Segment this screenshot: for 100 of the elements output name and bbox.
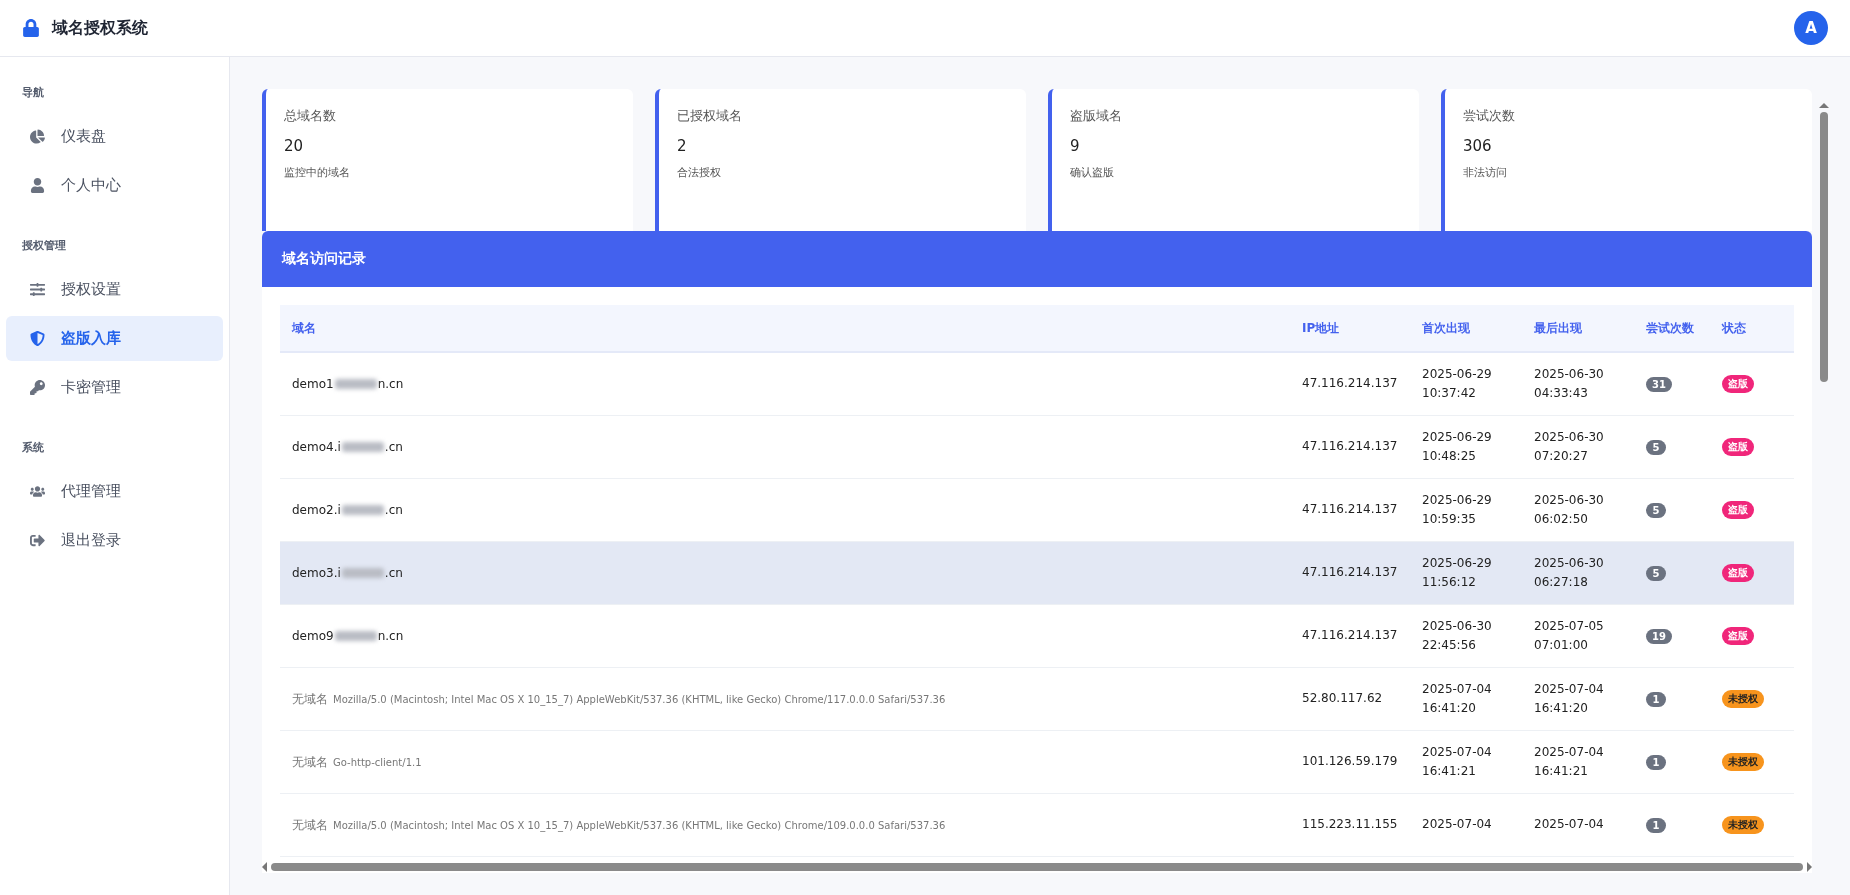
redacted-text — [334, 379, 377, 389]
stat-title: 总域名数 — [284, 107, 337, 125]
sidebar-item[interactable]: 卡密管理 — [6, 365, 223, 410]
column-header: 状态 — [1722, 319, 1747, 337]
table-cell-text: 2025-07-04 16:41:21 — [1534, 743, 1605, 780]
table-cell-text: 2025-07-04 16:41:21 — [1422, 743, 1493, 780]
table-cell-text: 2025-06-29 10:48:25 — [1422, 428, 1493, 465]
domain-text: n.cn — [377, 629, 404, 643]
redacted-text — [341, 568, 384, 578]
sidebar-item[interactable]: 仪表盘 — [6, 114, 223, 159]
status-badge: 盗版 — [1722, 501, 1754, 519]
users-icon — [30, 484, 45, 499]
key-icon — [30, 380, 45, 395]
stat-caption: 合法授权 — [677, 165, 722, 180]
user-agent-text: Mozilla/5.0 (Macintosh; Intel Mac OS X 10_15_7) AppleWebKit/537.36 (KHTML, like Gecko) Chrome/109.0.0.0 Safari/537.36 — [333, 819, 946, 831]
table-cell-text: 115.223.11.155 — [1302, 816, 1399, 834]
domain-text: .cn — [384, 503, 403, 517]
table-cell-text: 47.116.214.137 — [1302, 627, 1399, 645]
table-cell-text: 47.116.214.137 — [1302, 438, 1399, 456]
domain-text: demo9 — [292, 629, 334, 643]
sidebar-section-title: 导航 — [21, 85, 45, 100]
status-badge: 盗版 — [1722, 564, 1754, 582]
count-badge: 31 — [1646, 376, 1672, 392]
table-cell-text: 2025-07-04 — [1534, 816, 1605, 834]
stat-title: 已授权域名 — [677, 107, 743, 125]
column-header: 域名 — [292, 319, 317, 337]
count-badge: 1 — [1646, 691, 1666, 707]
table-cell-text: 2025-06-29 10:37:42 — [1422, 365, 1493, 402]
table-cell-text: 2025-06-30 22:45:56 — [1422, 617, 1493, 654]
table-cell-text: 47.116.214.137 — [1302, 375, 1399, 393]
panel-title: 域名访问记录 — [282, 250, 366, 268]
table-cell-text: 52.80.117.62 — [1302, 690, 1384, 708]
column-header: 最后出现 — [1534, 319, 1583, 337]
shield-icon — [30, 331, 45, 346]
no-domain-label: 无域名 — [292, 690, 328, 708]
table-cell-text: 47.116.214.137 — [1302, 564, 1399, 582]
domain-text: demo2.i — [292, 503, 341, 517]
scroll-right-icon[interactable] — [1807, 862, 1812, 872]
sidebar-item[interactable]: 代理管理 — [6, 469, 223, 514]
count-badge: 19 — [1646, 628, 1672, 644]
pie-chart-icon — [30, 129, 45, 144]
stat-value: 2 — [677, 137, 688, 155]
stat-value: 9 — [1070, 137, 1081, 155]
table-cell-text: 101.126.59.179 — [1302, 753, 1399, 771]
table-cell-text: 47.116.214.137 — [1302, 501, 1399, 519]
redacted-text — [334, 631, 377, 641]
redacted-text — [341, 442, 384, 452]
stat-title: 盗版域名 — [1070, 107, 1123, 125]
lock-icon — [22, 19, 40, 37]
count-badge: 5 — [1646, 502, 1666, 518]
domain-text: demo4.i — [292, 440, 341, 454]
stat-value: 20 — [284, 137, 305, 155]
redacted-text — [341, 505, 384, 515]
count-badge: 5 — [1646, 565, 1666, 581]
domain-text: demo1 — [292, 377, 334, 391]
status-badge: 盗版 — [1722, 375, 1754, 393]
sidebar-item[interactable]: 盗版入库 — [6, 316, 223, 361]
sidebar-item[interactable]: 退出登录 — [6, 518, 223, 563]
no-domain-label: 无域名 — [292, 816, 328, 834]
no-domain-label: 无域名 — [292, 753, 328, 771]
sliders-icon — [30, 282, 45, 297]
sidebar-section-title: 系统 — [21, 440, 45, 455]
column-header: IP地址 — [1302, 319, 1341, 337]
count-badge: 1 — [1646, 817, 1666, 833]
count-badge: 5 — [1646, 439, 1666, 455]
user-agent-text: Go-http-client/1.1 — [333, 756, 422, 768]
scroll-left-icon[interactable] — [262, 862, 267, 872]
user-avatar[interactable]: A — [1794, 11, 1828, 45]
stat-caption: 监控中的域名 — [284, 165, 351, 180]
sidebar-item[interactable]: 授权设置 — [6, 267, 223, 312]
status-badge: 未授权 — [1722, 690, 1764, 708]
table-cell-text: 2025-07-05 07:01:00 — [1534, 617, 1605, 654]
stat-value: 306 — [1463, 137, 1493, 155]
sidebar-item[interactable]: 个人中心 — [6, 163, 223, 208]
domain-text: n.cn — [377, 377, 404, 391]
table-cell-text: 2025-06-30 04:33:43 — [1534, 365, 1605, 402]
column-header: 首次出现 — [1422, 319, 1471, 337]
user-agent-text: Mozilla/5.0 (Macintosh; Intel Mac OS X 10_15_7) AppleWebKit/537.36 (KHTML, like Gecko) Chrome/117.0.0.0 Safari/537.36 — [333, 693, 946, 705]
user-icon — [30, 178, 45, 193]
stat-title: 尝试次数 — [1463, 107, 1516, 125]
horizontal-scrollbar[interactable] — [271, 863, 1803, 871]
stat-caption: 非法访问 — [1463, 165, 1508, 180]
stat-caption: 确认盗版 — [1070, 165, 1115, 180]
app-title: 域名授权系统 — [52, 17, 148, 39]
table-cell-text: 2025-06-30 06:27:18 — [1534, 554, 1605, 591]
status-badge: 盗版 — [1722, 627, 1754, 645]
scroll-up-icon[interactable] — [1819, 103, 1829, 108]
table-cell-text: 2025-06-30 06:02:50 — [1534, 491, 1605, 528]
table-cell-text: 2025-07-04 16:41:20 — [1534, 680, 1605, 717]
domain-text: .cn — [384, 566, 403, 580]
table-cell-text: 2025-06-29 10:59:35 — [1422, 491, 1493, 528]
table-cell-text: 2025-06-29 11:56:12 — [1422, 554, 1493, 591]
table-cell-text: 2025-07-04 — [1422, 816, 1493, 834]
sidebar-section-title: 授权管理 — [21, 238, 67, 253]
count-badge: 1 — [1646, 754, 1666, 770]
vertical-scrollbar[interactable] — [1820, 112, 1828, 382]
status-badge: 未授权 — [1722, 753, 1764, 771]
domain-text: .cn — [384, 440, 403, 454]
table-cell-text: 2025-07-04 16:41:20 — [1422, 680, 1493, 717]
status-badge: 未授权 — [1722, 816, 1764, 834]
